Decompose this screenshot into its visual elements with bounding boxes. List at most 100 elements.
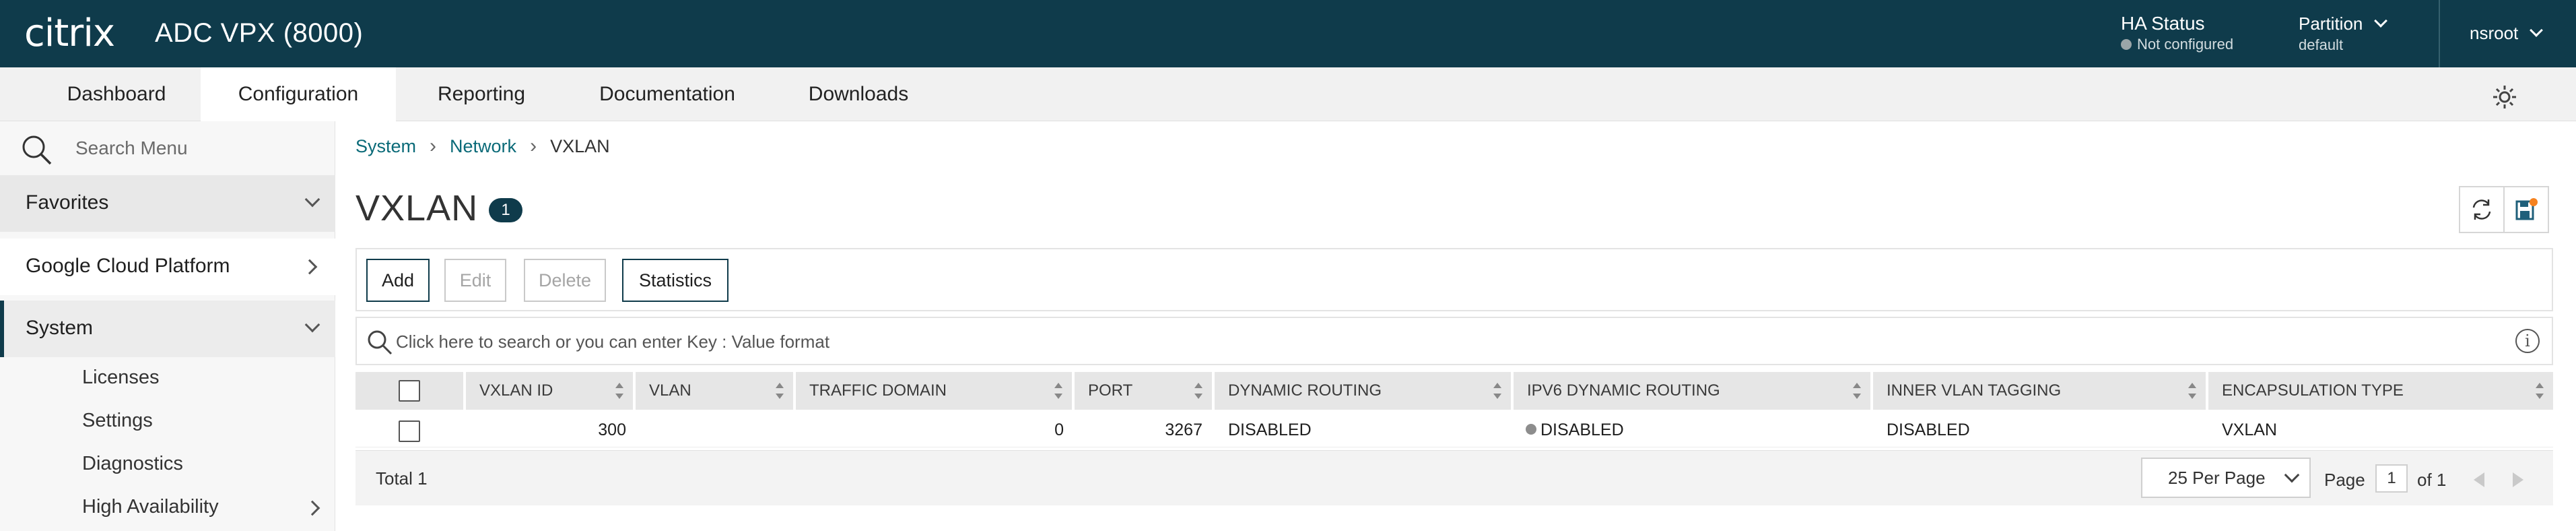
column-label: TRAFFIC DOMAIN [809,381,947,400]
sidebar-subitem-licenses[interactable]: Licenses [82,367,159,389]
edit-button[interactable]: Edit [444,259,506,302]
main-tabs: Dashboard Configuration Reporting Docume… [0,67,2576,121]
per-page-select[interactable]: 25 Per Page [2141,458,2311,498]
chevron-right-icon [302,259,318,275]
user-name: nsroot [2470,23,2519,43]
column-label: VLAN [649,381,691,400]
column-label: IPV6 DYNAMIC ROUTING [1527,381,1720,400]
tab-configuration[interactable]: Configuration [201,67,396,121]
partition-selector[interactable]: Partition default [2299,12,2388,55]
action-toolbar: Add Edit Delete Statistics [355,248,2553,311]
sidebar-item-system[interactable]: System [0,301,335,357]
sort-icon [615,383,623,399]
column-label: PORT [1088,381,1133,400]
tab-reporting[interactable]: Reporting [411,67,552,121]
active-indicator [0,301,4,357]
save-config-button[interactable] [2503,186,2549,233]
chevron-down-icon [304,191,320,208]
sidebar-subitem-settings[interactable]: Settings [82,410,153,432]
breadcrumb-current: VXLAN [550,135,610,156]
total-count: Total 1 [376,468,428,489]
sidebar-item-favorites[interactable]: Favorites [0,175,335,232]
cell-encapsulation-type: VXLAN [2222,420,2277,439]
sidebar-item-google-cloud-platform[interactable]: Google Cloud Platform [0,239,335,295]
tab-dashboard[interactable]: Dashboard [39,67,194,121]
row-checkbox[interactable] [399,420,420,442]
sidebar-subitem-high-availability[interactable]: High Availability [82,496,325,518]
partition-value: default [2299,36,2344,53]
table-search[interactable]: Click here to search or you can enter Ke… [355,317,2553,365]
chevron-down-icon [2530,24,2544,37]
tab-documentation[interactable]: Documentation [576,67,758,121]
breadcrumb: System › Network › VXLAN [355,135,610,158]
select-all-checkbox[interactable] [399,380,420,402]
sidebar-item-label: Favorites [26,191,109,214]
chevron-down-icon [2374,14,2388,28]
save-icon [2515,198,2538,220]
user-menu[interactable]: nsroot [2470,22,2544,44]
header-divider [2439,0,2440,67]
sort-icon [1194,383,1202,399]
search-menu[interactable]: Search Menu [0,121,335,173]
per-page-value: 25 Per Page [2168,468,2266,488]
cell-ipv6-dynamic-routing: DISABLED [1526,412,1862,447]
tab-downloads[interactable]: Downloads [788,67,929,121]
sidebar: Search Menu Favorites Google Cloud Platf… [0,121,335,531]
sort-icon [2188,383,2196,399]
sidebar-item-label: System [26,317,94,339]
column-label: ENCAPSULATION TYPE [2222,381,2404,400]
breadcrumb-network[interactable]: Network [450,136,516,157]
status-dot-icon [1526,424,1536,435]
cell-traffic-domain: 0 [1054,420,1064,439]
column-label: DYNAMIC ROUTING [1228,381,1382,400]
sort-icon [2536,383,2544,399]
column-header-vxlan-id[interactable]: VXLAN ID [466,372,633,410]
page-number-input[interactable]: 1 [2375,464,2408,493]
chevron-right-icon [304,500,320,516]
sort-icon [1853,383,1861,399]
column-label: VXLAN ID [479,381,553,400]
table-row[interactable]: 300 0 3267 DISABLED DISABLED DISABLED VX… [355,412,2553,447]
breadcrumb-system[interactable]: System [355,136,416,157]
column-header-inner-vlan-tagging[interactable]: INNER VLAN TAGGING [1873,372,2206,410]
ha-status-value: Not configured [2137,36,2234,53]
breadcrumb-separator-icon: › [430,135,437,157]
previous-page-icon[interactable] [2474,472,2484,487]
count-badge: 1 [489,198,522,222]
column-header-ipv6-dynamic-routing[interactable]: IPV6 DYNAMIC ROUTING [1514,372,1870,410]
page-of-total: of 1 [2417,470,2447,490]
cell-vlan [636,412,786,447]
column-header-encapsulation-type[interactable]: ENCAPSULATION TYPE [2208,372,2553,410]
header-select-all-cell [355,372,463,410]
table-footer: Total 1 25 Per Page Page 1 of 1 [355,450,2553,505]
citrix-logo[interactable]: citrix [24,15,115,53]
column-header-dynamic-routing[interactable]: DYNAMIC ROUTING [1215,372,1511,410]
delete-button[interactable]: Delete [524,259,606,302]
table-search-input[interactable]: Click here to search or you can enter Ke… [396,332,829,352]
app-title: ADC VPX (8000) [155,18,364,48]
breadcrumb-separator-icon: › [530,135,537,157]
chevron-down-icon [2284,467,2300,483]
cell-port: 3267 [1165,420,1202,439]
chevron-down-icon [304,317,320,333]
sidebar-item-label: High Availability [82,496,219,518]
sort-icon [1493,383,1501,399]
sidebar-subitem-diagnostics[interactable]: Diagnostics [82,453,183,475]
column-header-vlan[interactable]: VLAN [636,372,793,410]
column-header-traffic-domain[interactable]: TRAFFIC DOMAIN [796,372,1072,410]
top-header: citrix ADC VPX (8000) HA Status Not conf… [0,0,2576,67]
add-button[interactable]: Add [366,259,430,302]
info-icon[interactable]: i [2515,329,2540,353]
table-header: VXLAN ID VLAN TRAFFIC DOMAIN PORT DYNAMI… [355,372,2553,410]
search-icon [368,330,393,355]
next-page-icon[interactable] [2513,472,2523,487]
sort-icon [776,383,784,399]
refresh-button[interactable] [2459,186,2505,233]
column-header-port[interactable]: PORT [1075,372,1212,410]
ha-status[interactable]: HA Status Not configured [2121,12,2233,54]
cell-inner-vlan-tagging: DISABLED [1887,420,1970,439]
statistics-button[interactable]: Statistics [622,259,728,302]
gear-icon[interactable] [2491,84,2518,111]
page-label: Page [2324,470,2365,490]
search-menu-input[interactable]: Search Menu [75,137,188,159]
